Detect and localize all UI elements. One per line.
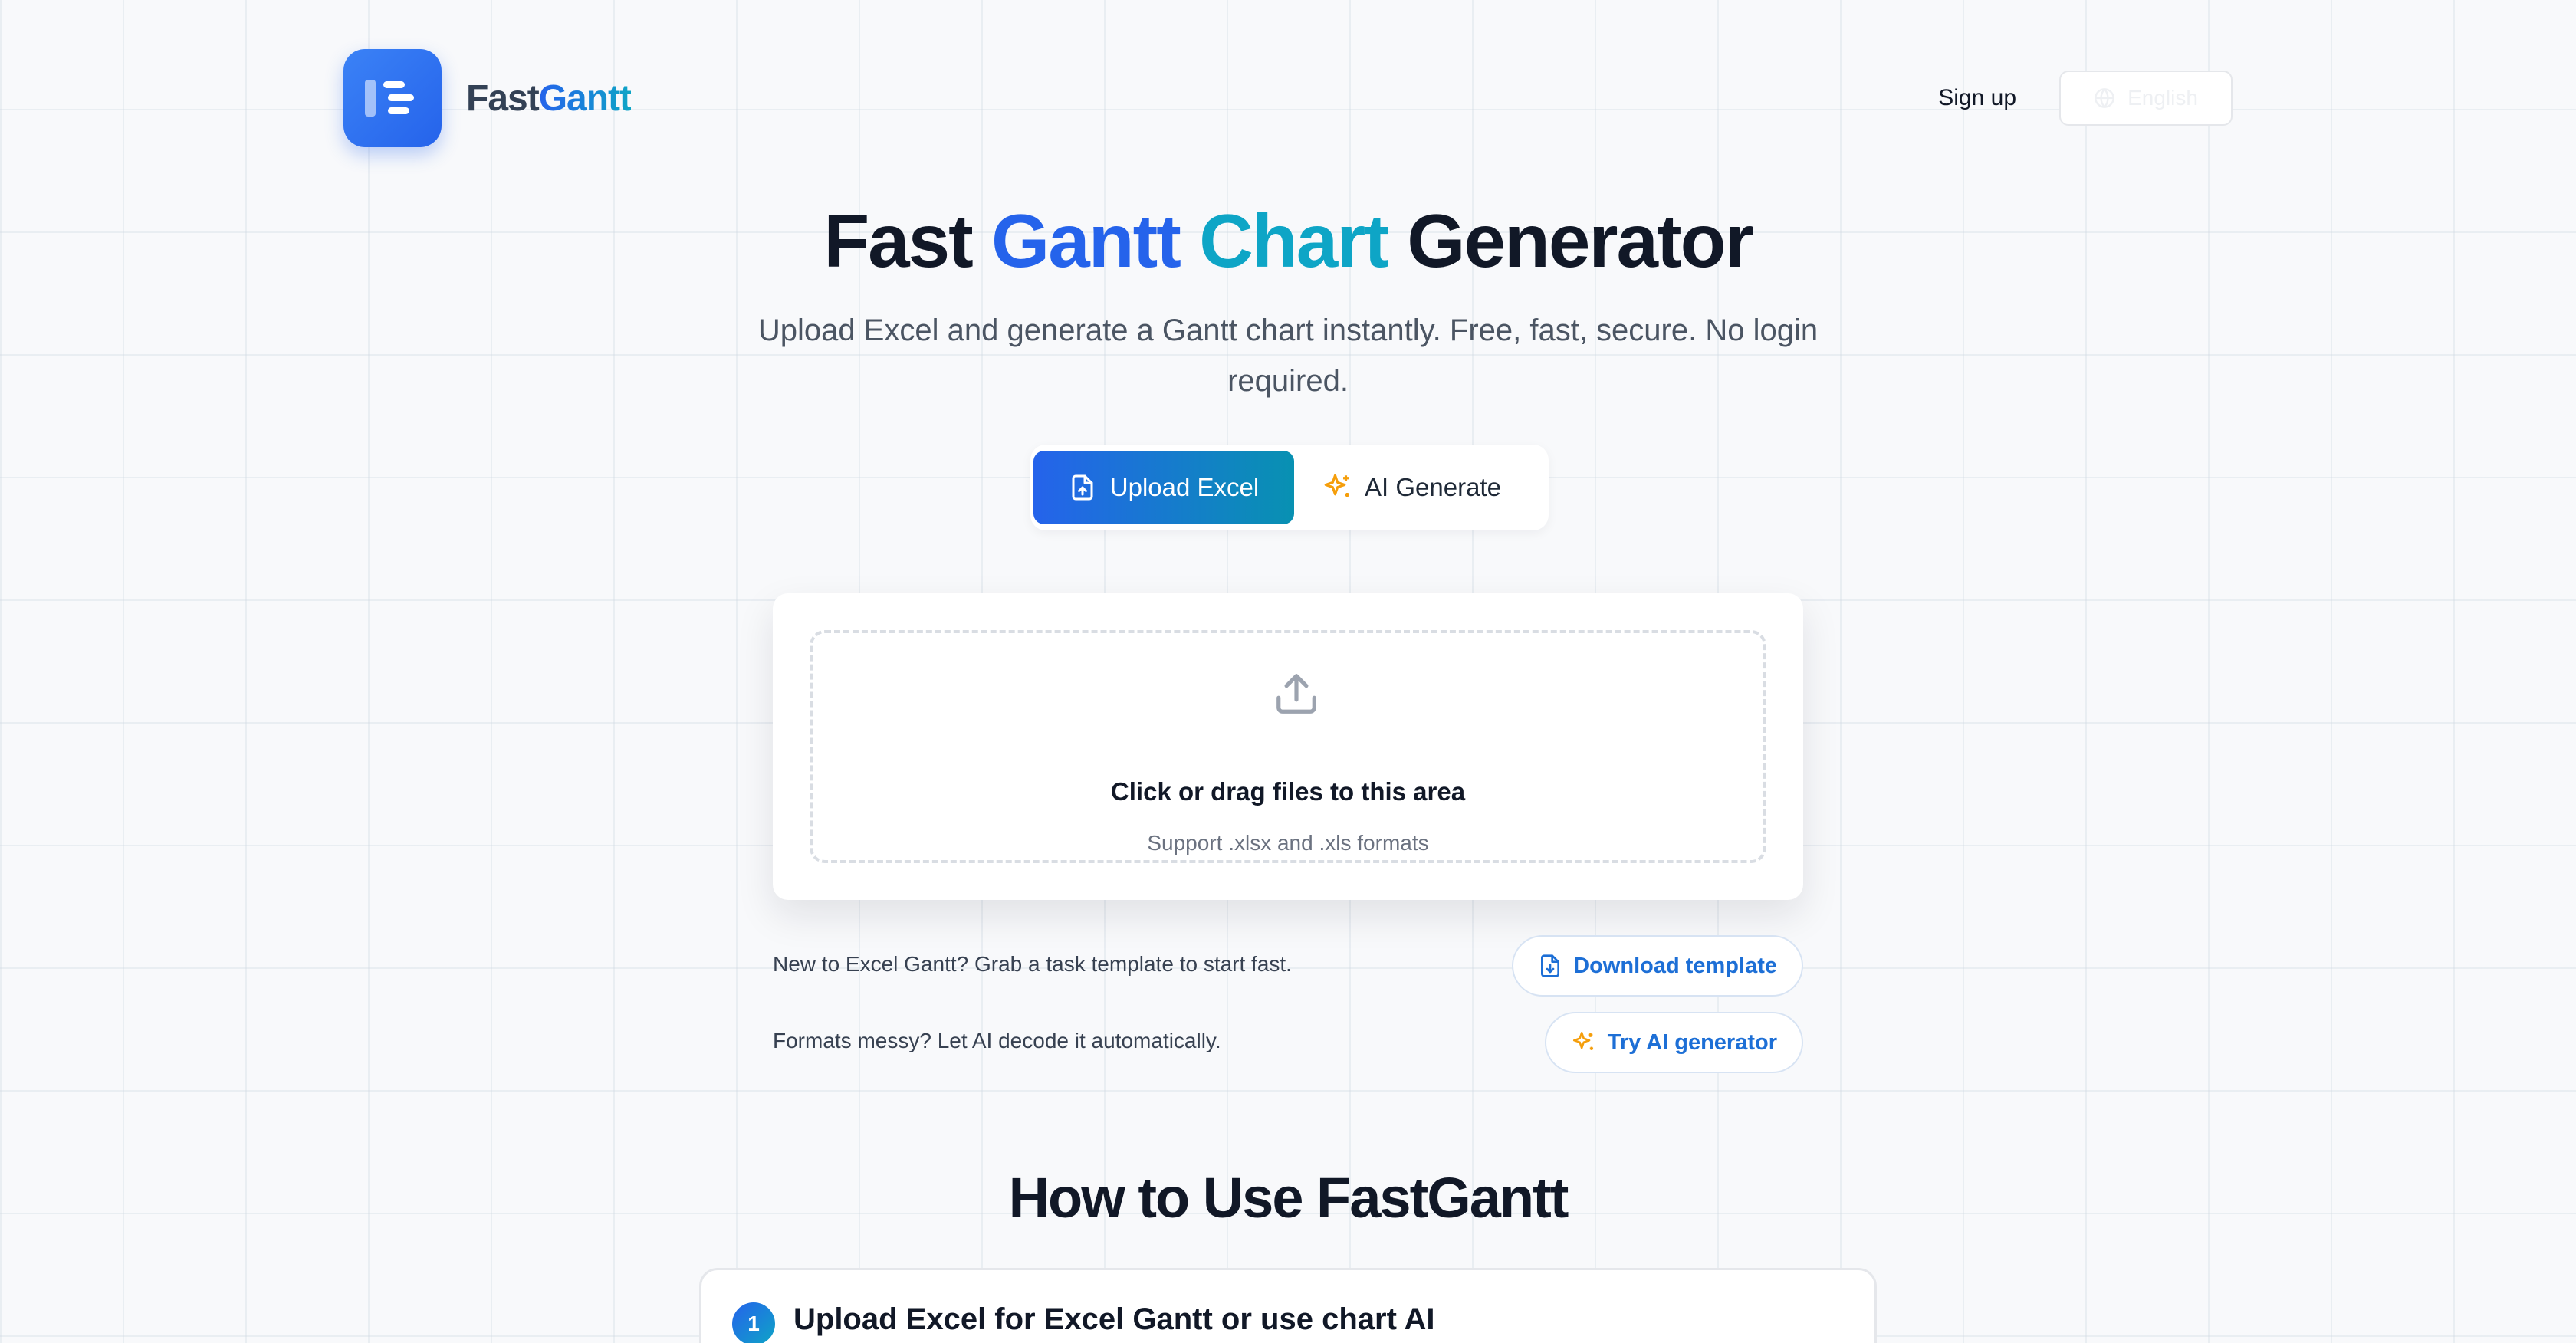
- template-helper-row: New to Excel Gantt? Grab a task template…: [773, 935, 1803, 997]
- signup-link[interactable]: Sign up: [1938, 85, 2016, 111]
- title-part1: Fast: [823, 199, 992, 283]
- download-template-label: Download template: [1573, 953, 1777, 978]
- mode-switch: Upload Excel AI Generate: [1030, 445, 1549, 530]
- step-number-badge: 1: [732, 1302, 775, 1343]
- file-upload-icon: [1072, 474, 1093, 501]
- howto-title: How to Use FastGantt: [1008, 1166, 1569, 1230]
- dropzone-title: Click or drag files to this area: [1110, 777, 1466, 806]
- brand-name: FastGantt: [466, 77, 632, 120]
- logo-icon: [343, 49, 442, 147]
- try-ai-generator-button[interactable]: Try AI generator: [1544, 1012, 1803, 1073]
- page-title: Fast Gantt Chart Generator: [0, 198, 2576, 284]
- file-download-icon: [1541, 954, 1560, 977]
- title-part3: Chart: [1179, 199, 1389, 283]
- title-part2: Gantt: [991, 199, 1181, 283]
- sparkle-icon: [1324, 474, 1349, 497]
- ai-helper-text: Formats messy? Let AI decode it automati…: [773, 1029, 1221, 1052]
- upload-icon: [1276, 674, 1316, 714]
- ai-generate-label: AI Generate: [1365, 473, 1501, 501]
- template-helper-text: New to Excel Gantt? Grab a task template…: [773, 952, 1292, 976]
- sparkle-icon: [1572, 1031, 1593, 1050]
- globe-icon: [2095, 88, 2114, 108]
- step-card: 1 Upload Excel for Excel Gantt or use ch…: [699, 1268, 1877, 1343]
- ai-generate-tab[interactable]: AI Generate: [1322, 451, 1536, 524]
- title-part4: Generator: [1388, 199, 1753, 283]
- language-label: English: [2128, 86, 2198, 110]
- upload-excel-tab[interactable]: Upload Excel: [1033, 451, 1294, 524]
- step-title: Upload Excel for Excel Gantt or use char…: [794, 1302, 1435, 1336]
- try-ai-generator-label: Try AI generator: [1607, 1029, 1777, 1055]
- language-button[interactable]: English: [2059, 71, 2233, 126]
- upload-excel-label: Upload Excel: [1109, 473, 1260, 501]
- download-template-button[interactable]: Download template: [1512, 935, 1803, 997]
- ai-helper-row: Formats messy? Let AI decode it automati…: [773, 1012, 1803, 1073]
- file-dropzone[interactable]: Click or drag files to this area Support…: [810, 630, 1766, 863]
- upload-card: Click or drag files to this area Support…: [773, 593, 1803, 900]
- brand[interactable]: FastGantt: [343, 49, 632, 147]
- page: FastGantt Sign up English Fast Gantt Cha…: [0, 0, 2576, 1343]
- brand-name-part1: Fast: [466, 77, 540, 119]
- hero-subtitle: Upload Excel and generate a Gantt chart …: [757, 314, 1819, 398]
- top-nav: Sign up English: [1938, 71, 2233, 126]
- brand-name-part2: Gantt: [538, 77, 632, 119]
- dropzone-hint: Support .xlsx and .xls formats: [1147, 831, 1429, 855]
